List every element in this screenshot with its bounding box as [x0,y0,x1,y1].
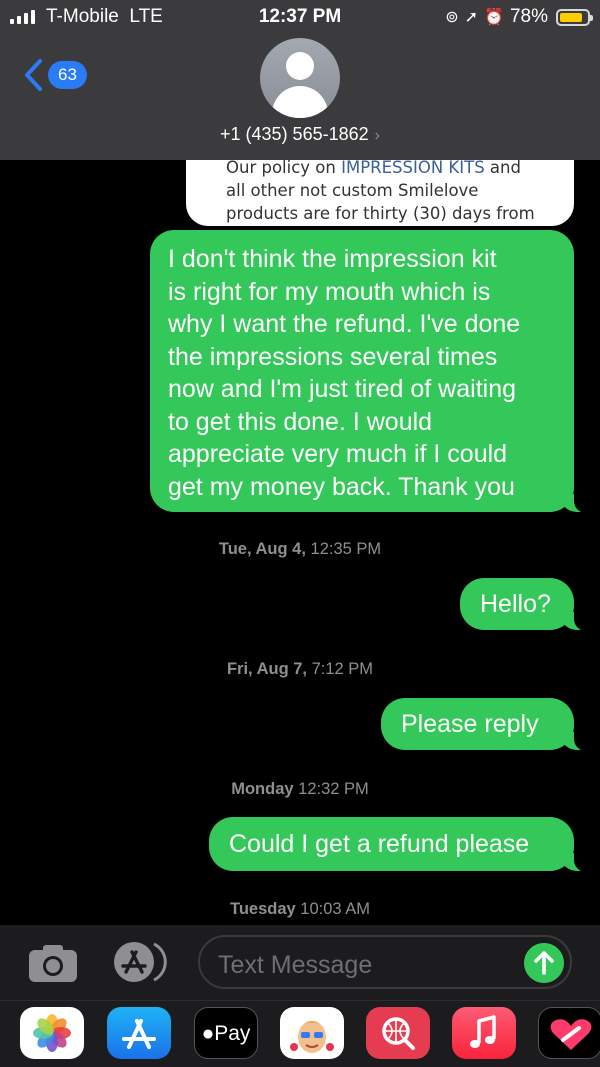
contact-avatar[interactable] [260,38,340,118]
camera-icon[interactable] [28,943,78,983]
message-line: get my money back. Thank you [168,472,515,501]
imessage-app-drawer: ●Pay [0,1000,600,1067]
web-search-icon[interactable] [366,1007,430,1059]
message-timestamp: Tuesday 10:03 AM [229,900,371,918]
music-icon[interactable] [452,1007,516,1059]
message-timestamp: Fri, Aug 7, 7:12 PM [226,660,374,678]
message-thread[interactable]: Our policy on IMPRESSION KITS and all ot… [0,0,600,1067]
compose-bar: Text Message [0,925,600,1000]
digital-touch-icon[interactable] [538,1007,600,1059]
sent-message-bubble[interactable]: I don't think the impression kit is righ… [150,230,592,513]
chevron-left-icon [25,59,42,91]
app-store-icon[interactable] [107,1007,171,1059]
send-arrow-icon[interactable] [524,943,564,983]
message-placeholder: Text Message [218,951,373,979]
app-store-drawer-icon[interactable] [110,940,170,984]
photos-icon[interactable] [20,1007,84,1059]
message-line: why I want the refund. I've done [168,310,521,338]
memoji-icon[interactable] [280,1007,344,1059]
battery-icon [556,8,593,26]
sent-message-bubble[interactable]: Please reply [381,698,592,751]
message-timestamp: Tue, Aug 4, 12:35 PM [218,540,382,558]
battery-percent: 78% [509,6,548,27]
message-line: I don't think the impression kit [168,245,497,273]
message-line: now and I'm just tired of waiting [168,375,516,403]
pay-label: Pay [214,1022,251,1045]
location-arrow-icon: ➚ [464,9,479,26]
status-indicators: ⊚ ➚ ⏰ 78% [445,6,593,28]
chevron-right-icon: › [374,127,380,144]
back-button[interactable]: 63 [22,58,87,92]
contact-number: +1 (435) 565-1862 [220,124,369,144]
conversation-header: T-Mobile LTE 12:37 PM ⊚ ➚ ⏰ 78% 63 +1 (4… [0,0,600,160]
contact-name[interactable]: +1 (435) 565-1862 › [0,124,600,145]
rotation-lock-icon: ⊚ [445,9,459,26]
message-line: the impressions several times [168,342,498,371]
message-timestamp: Monday 12:32 PM [231,780,369,798]
unread-count-badge: 63 [48,61,87,89]
apple-pay-icon[interactable]: ●Pay [194,1007,258,1059]
impression-kits-text: IMPRESSION KITS [341,158,485,177]
sent-message-bubble[interactable]: Hello? [460,578,592,631]
sent-message-bubble[interactable]: Could I get a refund please [209,817,592,872]
card-line: products are for thirty (30) days from [226,204,535,223]
message-line: to get this done. I would [168,407,433,436]
status-bar: T-Mobile LTE 12:37 PM ⊚ ➚ ⏰ 78% [0,0,600,34]
apple-logo-icon: ● [201,1022,215,1045]
received-image-message[interactable]: Our policy on IMPRESSION KITS and all ot… [186,150,574,226]
alarm-icon: ⏰ [484,9,504,26]
message-input[interactable]: Text Message [198,935,572,989]
message-line: appreciate very much if I could [168,440,508,468]
card-line: all other not custom Smilelove [226,181,479,200]
message-line: is right for my mouth which is [168,277,491,306]
